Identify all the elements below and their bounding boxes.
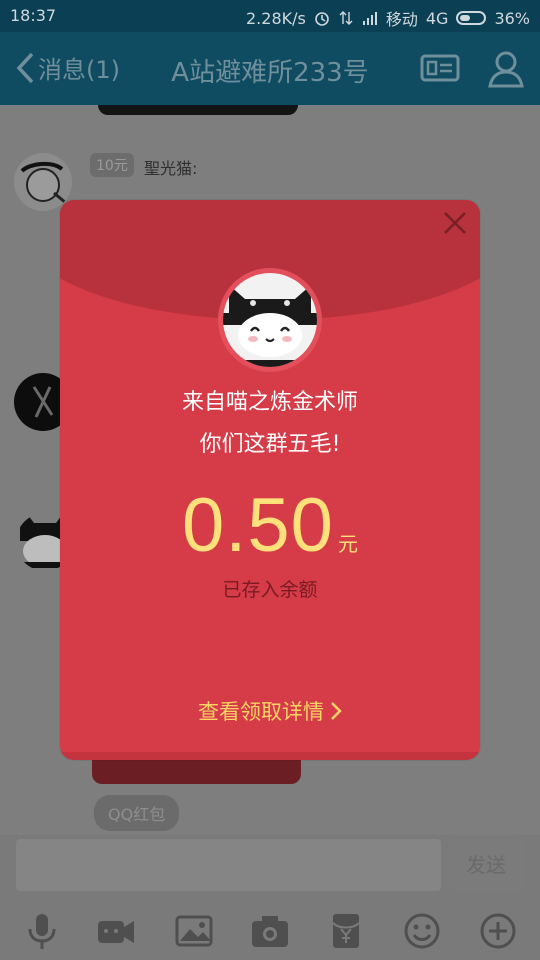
close-icon[interactable] — [440, 208, 470, 238]
red-packet-icon[interactable] — [326, 911, 366, 951]
sender-line: 来自喵之炼金术师 — [181, 390, 358, 415]
sender-avatar — [218, 268, 322, 372]
message-input[interactable] — [16, 839, 441, 891]
status-bar: 18:37 2.28K/s 移动 4G 36% — [0, 0, 540, 32]
carrier: 移动 — [385, 10, 418, 29]
video-icon[interactable] — [96, 911, 136, 951]
profile-card-icon[interactable] — [418, 46, 462, 90]
data-transfer-icon — [339, 11, 353, 25]
message-tag: 10元 — [90, 153, 134, 177]
view-details-label: 查看领取详情 — [198, 700, 324, 724]
camera-icon[interactable] — [250, 911, 290, 951]
amount-display: 0.50 元 — [60, 482, 480, 569]
image-icon[interactable] — [174, 911, 214, 951]
saved-status: 已存入余额 — [222, 579, 318, 601]
alarm-icon — [315, 12, 329, 26]
amount-unit: 元 — [337, 532, 358, 556]
status-time: 18:37 — [10, 6, 57, 25]
network-type: 4G — [425, 8, 449, 28]
send-button[interactable]: 发送 — [448, 839, 524, 891]
red-packet-message[interactable] — [92, 760, 301, 784]
cat-avatar-icon — [223, 273, 317, 367]
status-right: 2.28K/s 移动 4G 36% — [246, 6, 530, 30]
plus-icon[interactable] — [478, 911, 518, 951]
image-message[interactable] — [98, 105, 298, 115]
qq-hongbao-label: QQ红包 — [94, 795, 180, 831]
signal-icon — [362, 12, 377, 25]
microphone-icon[interactable] — [22, 911, 62, 951]
input-bar: 发送 — [0, 835, 540, 960]
chat-toolbar — [0, 905, 540, 955]
view-details-link[interactable]: 查看领取详情 — [60, 696, 480, 726]
group-members-icon[interactable] — [484, 46, 528, 90]
battery-icon — [456, 11, 487, 25]
chevron-right-icon — [331, 702, 342, 720]
battery-level: 36% — [494, 8, 530, 28]
emoji-icon[interactable] — [402, 911, 442, 951]
amount-value: 0.50 — [182, 483, 334, 568]
sender-name: 聖光猫: — [144, 159, 198, 178]
network-speed: 2.28K/s — [246, 8, 306, 28]
packet-bottom-edge — [60, 752, 480, 760]
title-bar: 消息(1) A站避难所233号 — [0, 32, 540, 105]
red-packet-dialog: 来自喵之炼金术师 你们这群五毛! 0.50 元 已存入余额 查看领取详情 — [60, 200, 480, 760]
greeting-message: 你们这群五毛! — [199, 432, 341, 457]
